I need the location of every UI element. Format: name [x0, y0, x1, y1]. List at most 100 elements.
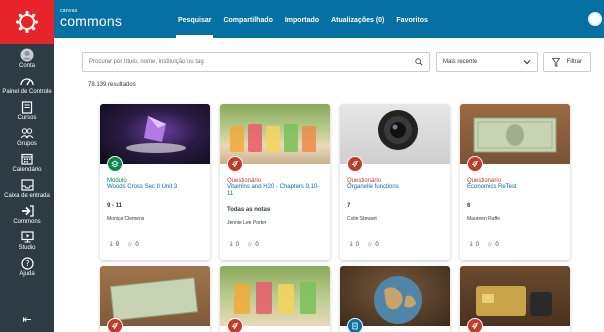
favorite-count: ☆ 0: [487, 241, 499, 249]
card-thumbnail: [460, 266, 570, 326]
commons-icon: [19, 204, 35, 218]
nav-item-dashboard[interactable]: Painel de Controle: [0, 70, 54, 96]
resource-card[interactable]: Módulo Woods Cross Sec II Unit 3 9 - 11 …: [100, 104, 210, 260]
rocket-icon: [227, 156, 243, 172]
card-grade: 9 - 11: [107, 203, 123, 209]
favorite-value: 0: [495, 241, 499, 248]
nav-label: Grupos: [17, 141, 37, 147]
favorite-count: ☆ 0: [127, 241, 139, 249]
card-title[interactable]: Economics ReTest: [467, 184, 565, 191]
courses-icon: [19, 100, 35, 114]
canvas-logo[interactable]: [0, 0, 54, 44]
card-author[interactable]: Jennie Lee Porter: [227, 220, 266, 226]
module-icon: [107, 156, 123, 172]
resource-card[interactable]: Questionário Vitamins and H20 - Chapters…: [220, 104, 330, 260]
star-icon: ☆: [367, 242, 373, 248]
account-icon: [19, 48, 35, 62]
nav-label: Studio: [18, 245, 36, 251]
star-icon: ☆: [247, 242, 253, 248]
tab-updates[interactable]: Atualizações (0): [325, 0, 390, 38]
sort-select[interactable]: Mais recente: [436, 52, 538, 72]
card-thumbnail: [220, 104, 330, 164]
filter-icon: [552, 58, 560, 67]
nav-item-account[interactable]: Conta: [0, 44, 54, 70]
filter-button[interactable]: Filtrar: [543, 52, 591, 72]
nav-item-help[interactable]: ? Ajuda: [0, 252, 54, 278]
nav-item-calendar[interactable]: Calendário: [0, 148, 54, 174]
card-thumbnail: [220, 266, 330, 326]
nav-label: Caixa de entrada: [4, 193, 50, 199]
nav-item-groups[interactable]: Grupos: [0, 122, 54, 148]
nav-item-courses[interactable]: Cursos: [0, 96, 54, 122]
global-nav: Conta Painel de Controle Cursos Grupos C…: [0, 0, 54, 332]
download-value: 0: [235, 241, 239, 248]
nav-item-inbox[interactable]: Caixa de entrada: [0, 174, 54, 200]
download-icon: ⤓: [470, 241, 473, 247]
card-stats: ⤓ 9 ☆ 0: [110, 241, 139, 248]
chevron-down-icon: [523, 60, 531, 65]
svg-text:?: ?: [25, 259, 29, 268]
card-thumbnail: [340, 104, 450, 164]
tab-imported[interactable]: Importado: [279, 0, 325, 38]
tab-shared[interactable]: Compartilhado: [217, 0, 278, 38]
resource-card[interactable]: [220, 266, 330, 332]
star-icon: ☆: [487, 242, 493, 248]
nav-label: Cursos: [17, 115, 37, 121]
card-author[interactable]: Maureen Raffe: [467, 216, 500, 222]
tab-search[interactable]: Pesquisar: [172, 0, 217, 38]
card-thumbnail: [100, 104, 210, 164]
card-thumbnail: [340, 266, 450, 326]
card-stats: ⤓ 0 ☆ 0: [230, 241, 259, 248]
download-count: ⤓ 0: [470, 241, 479, 248]
filter-label: Filtrar: [566, 59, 582, 65]
collapse-nav-icon[interactable]: ⇤: [0, 313, 54, 326]
download-icon: ⤓: [230, 241, 233, 247]
resource-card[interactable]: Questionário Organelle functions 7 Colin…: [340, 104, 450, 260]
tab-favorites[interactable]: Favoritos: [390, 0, 434, 38]
download-icon: ⤓: [110, 241, 113, 247]
results-count: 78.139 resultados: [88, 82, 136, 88]
rocket-icon: [107, 318, 123, 332]
resource-card[interactable]: Questionário Economics ReTest 6 Maureen …: [460, 104, 570, 260]
nav-label: Painel de Controle: [2, 89, 52, 95]
card-title[interactable]: Vitamins and H20 - Chapters 9,10-11: [227, 184, 325, 198]
commons-header: canvas commons Pesquisar Compartilhado I…: [54, 0, 604, 38]
brand-big: commons: [60, 13, 123, 29]
card-grade: Todas as notas: [227, 207, 271, 213]
avatar[interactable]: [588, 12, 602, 26]
download-value: 9: [115, 241, 119, 248]
rocket-icon: [467, 156, 483, 172]
groups-icon: [19, 126, 35, 140]
download-value: 0: [355, 241, 359, 248]
header-tabs: Pesquisar Compartilhado Importado Atuali…: [172, 0, 434, 38]
card-title[interactable]: Organelle functions: [347, 184, 445, 191]
dashboard-icon: [19, 74, 35, 88]
favorite-value: 0: [255, 241, 259, 248]
download-count: ⤓ 0: [230, 241, 239, 248]
download-count: ⤓ 9: [110, 241, 119, 248]
rocket-icon: [467, 318, 483, 332]
favorite-value: 0: [135, 241, 139, 248]
search-icon[interactable]: [415, 58, 423, 66]
rocket-icon: [347, 156, 363, 172]
resource-card[interactable]: [100, 266, 210, 332]
favorite-count: ☆ 0: [367, 241, 379, 249]
page-icon: [347, 318, 363, 332]
favorite-value: 0: [375, 241, 379, 248]
card-author[interactable]: Colin Stewart: [347, 216, 377, 222]
search-input[interactable]: Procurar por título, nome, instituição o…: [82, 52, 430, 72]
card-stats: ⤓ 0 ☆ 0: [350, 241, 379, 248]
help-icon: ?: [19, 256, 35, 270]
card-author[interactable]: Monica Clemens: [107, 216, 144, 222]
commons-brand[interactable]: canvas commons: [60, 8, 122, 28]
canvas-logo-icon: [15, 10, 39, 34]
card-grade: 7: [347, 203, 351, 209]
search-placeholder: Procurar por título, nome, instituição o…: [89, 59, 204, 65]
card-title[interactable]: Woods Cross Sec II Unit 3: [107, 184, 205, 191]
nav-item-studio[interactable]: Studio: [0, 226, 54, 252]
calendar-icon: [19, 152, 35, 166]
resource-card[interactable]: [460, 266, 570, 332]
card-stats: ⤓ 0 ☆ 0: [470, 241, 499, 248]
nav-item-commons[interactable]: Commons: [0, 200, 54, 226]
resource-card[interactable]: [340, 266, 450, 332]
